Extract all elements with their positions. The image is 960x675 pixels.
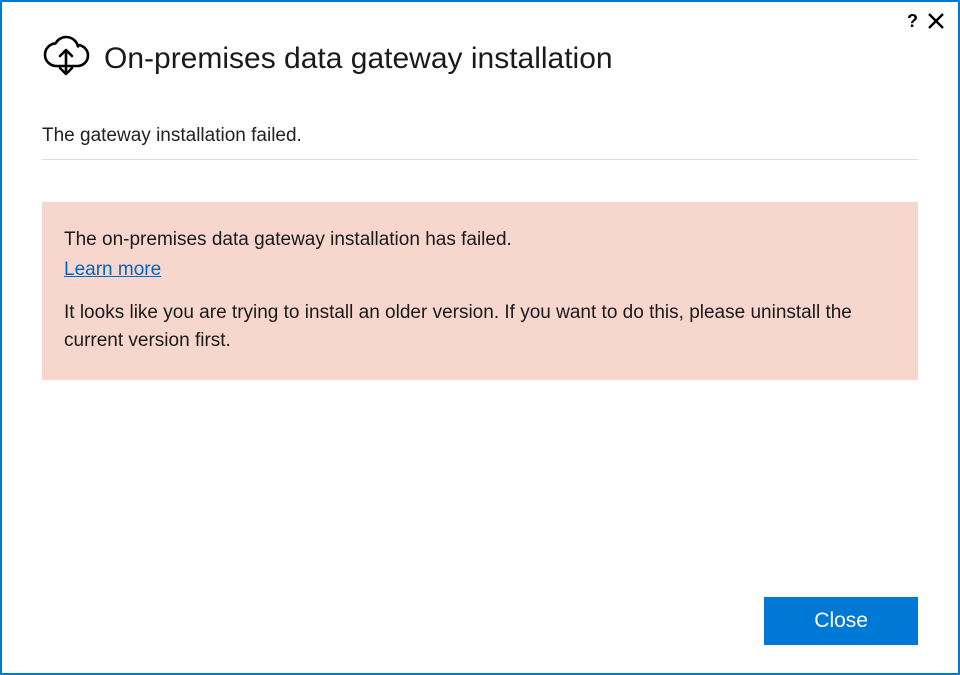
dialog-footer: Close	[2, 597, 958, 673]
status-message: The gateway installation failed.	[42, 83, 918, 160]
installer-window: ? On-premises data gateway installation …	[0, 0, 960, 675]
dialog-content: The gateway installation failed. The on-…	[2, 83, 958, 597]
error-headline: The on-premises data gateway installatio…	[64, 226, 896, 254]
close-icon[interactable]	[928, 13, 944, 29]
help-icon[interactable]: ?	[907, 12, 918, 30]
error-detail: It looks like you are trying to install …	[64, 299, 896, 354]
dialog-header: On-premises data gateway installation	[2, 2, 958, 83]
error-panel: The on-premises data gateway installatio…	[42, 202, 918, 380]
dialog-title: On-premises data gateway installation	[104, 42, 613, 76]
cloud-gateway-icon	[42, 34, 90, 83]
learn-more-link[interactable]: Learn more	[64, 259, 161, 280]
close-button[interactable]: Close	[764, 597, 918, 645]
titlebar-controls: ?	[907, 12, 944, 30]
